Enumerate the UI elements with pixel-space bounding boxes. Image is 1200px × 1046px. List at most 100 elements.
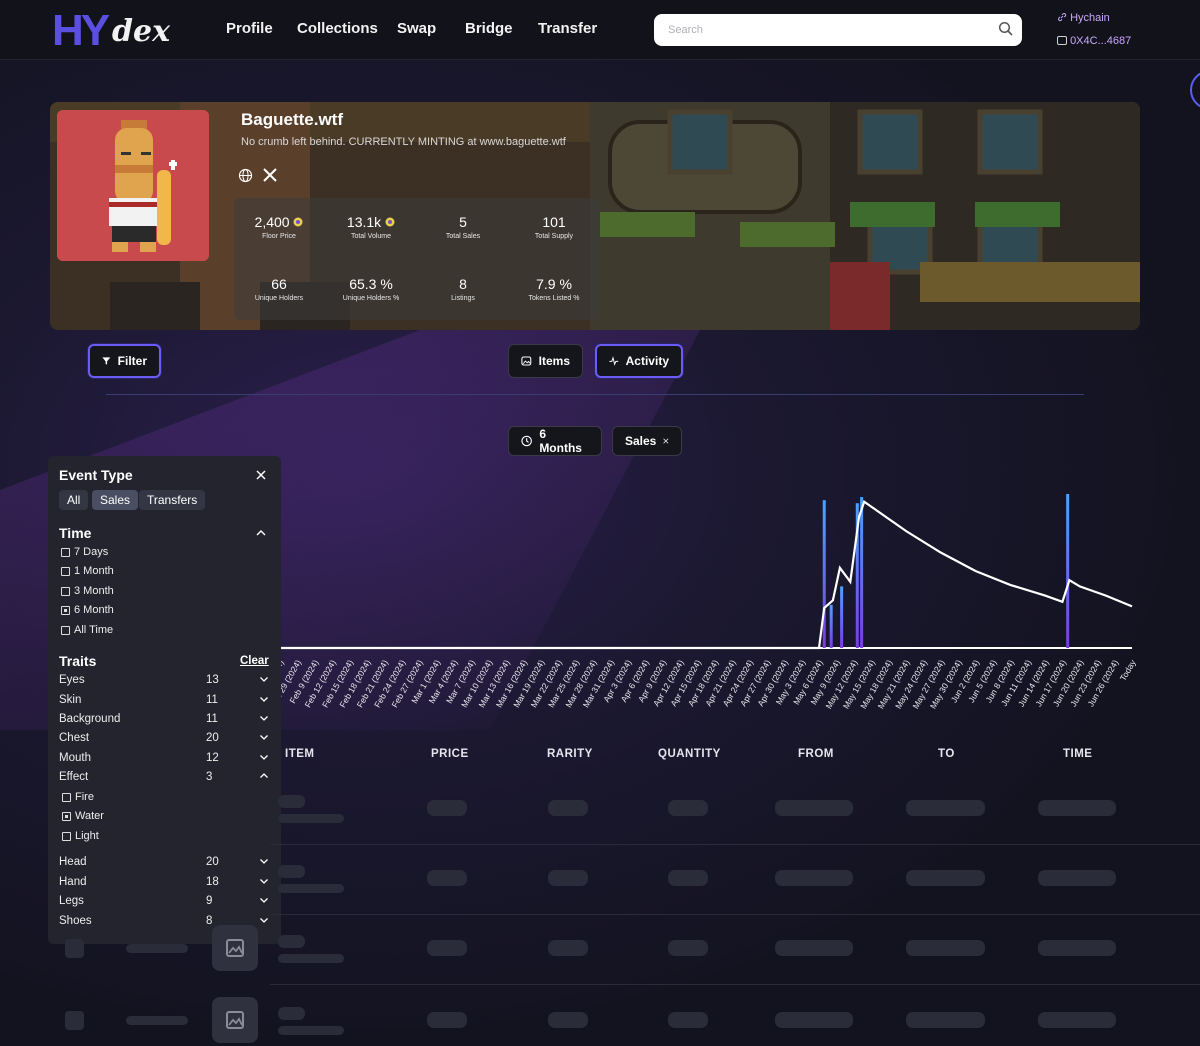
event-type-transfers[interactable]: Transfers [139,490,206,510]
chart-bar[interactable] [860,497,864,648]
x-twitter-icon[interactable] [263,168,277,182]
effect-option-water[interactable]: Water [62,810,104,822]
checkbox[interactable] [61,625,70,635]
skeleton-bar [906,1012,985,1028]
search-input[interactable] [668,21,988,39]
nav-profile[interactable]: Profile [226,20,273,37]
hydex-logo[interactable]: HY dex [52,6,170,55]
item-thumbnail-placeholder [212,997,258,1043]
time-option-all[interactable]: All Time [61,624,113,636]
close-icon[interactable] [663,436,669,446]
trait-background[interactable]: Background 11 [59,713,269,727]
image-placeholder-icon [226,1011,244,1029]
tab-activity[interactable]: Activity [595,344,683,378]
chevron-down-icon[interactable] [259,752,269,762]
trait-eyes[interactable]: Eyes 13 [59,674,269,688]
col-header-quantity[interactable]: QUANTITY [658,748,721,760]
checkbox[interactable] [61,566,70,576]
nav-swap[interactable]: Swap [397,20,436,37]
nav-bridge[interactable]: Bridge [465,20,513,37]
stat-label: Unique Holders [254,295,304,302]
skeleton-bar [278,795,305,808]
chevron-up-icon[interactable] [256,529,266,537]
chevron-down-icon[interactable] [259,895,269,905]
stat-value: 65.3 % [349,276,393,292]
chart-bar[interactable] [840,586,844,648]
skeleton-bar [1038,1012,1116,1028]
event-type-title: Event Type [59,467,133,483]
col-header-to[interactable]: TO [938,748,955,760]
row-checkbox-placeholder[interactable] [65,939,84,958]
trait-chest[interactable]: Chest 20 [59,732,269,746]
clear-traits-link[interactable]: Clear [240,655,269,667]
chevron-down-icon[interactable] [259,915,269,925]
sales-chip-label: Sales [625,434,657,448]
skeleton-bar [278,865,305,878]
chevron-down-icon[interactable] [259,674,269,684]
time-range-chip[interactable]: 6 Months [508,426,602,456]
col-header-from[interactable]: FROM [798,748,834,760]
search-icon[interactable] [998,21,1014,37]
activity-icon [609,356,619,366]
skeleton-bar [278,935,305,948]
sales-chart: Jan 26 (2024)Jan 29 (2024)Feb 9 (2024)Fe… [270,494,1138,710]
stat-total-supply: 101 Total Supply [509,214,599,240]
chevron-down-icon[interactable] [259,694,269,704]
trait-mouth[interactable]: Mouth 12 [59,752,269,766]
chevron-down-icon[interactable] [259,856,269,866]
stat-label: Total Sales [445,233,481,240]
chart-bar[interactable] [822,500,826,648]
chevron-up-icon[interactable] [259,771,269,781]
time-option-7d[interactable]: 7 Days [61,546,108,558]
close-panel-icon[interactable] [256,470,266,480]
trait-hand[interactable]: Hand 18 [59,876,269,890]
row-checkbox-placeholder[interactable] [65,1011,84,1030]
time-option-6m[interactable]: 6 Month [61,604,114,616]
checkbox[interactable] [61,586,70,596]
tab-items[interactable]: Items [508,344,583,378]
trait-head[interactable]: Head 20 [59,856,269,870]
checkbox[interactable] [62,831,71,841]
chevron-down-icon[interactable] [259,713,269,723]
checkbox[interactable] [62,792,71,802]
event-type-all[interactable]: All [59,490,89,510]
skeleton-bar [1038,800,1116,816]
checkbox[interactable] [61,547,70,557]
filter-button[interactable]: Filter [88,344,161,378]
skeleton-bar [775,800,853,816]
sales-filter-chip[interactable]: Sales [612,426,682,456]
chevron-down-icon[interactable] [259,732,269,742]
effect-option-fire[interactable]: Fire [62,791,94,803]
event-type-sales[interactable]: Sales [92,490,139,510]
skeleton-bar [278,954,344,963]
chevron-down-icon[interactable] [259,876,269,886]
chart-bar[interactable] [1066,494,1070,648]
wallet-address[interactable]: 0X4C...4687 [1057,35,1131,47]
trait-count: 20 [206,732,219,744]
trait-skin[interactable]: Skin 11 [59,694,269,708]
chart-bar[interactable] [829,604,833,648]
stat-value: 66 [271,276,287,292]
col-header-item[interactable]: ITEM [285,748,314,760]
time-option-3m[interactable]: 3 Month [61,585,114,597]
col-header-time[interactable]: TIME [1063,748,1092,760]
checkbox[interactable] [61,605,70,615]
trait-effect[interactable]: Effect 3 [59,771,269,785]
skeleton-bar [775,870,853,886]
trait-legs[interactable]: Legs 9 [59,895,269,909]
skeleton-bar [427,940,467,956]
sales-trend-line [280,499,1133,650]
nav-collections[interactable]: Collections [297,20,378,37]
checkbox[interactable] [62,811,71,821]
nav-transfer[interactable]: Transfer [538,20,597,37]
trait-count: 9 [206,895,213,907]
col-header-rarity[interactable]: RARITY [547,748,593,760]
effect-option-light[interactable]: Light [62,830,99,842]
time-option-1m[interactable]: 1 Month [61,565,114,577]
logo-mark: HY [52,6,110,55]
option-label: Water [75,810,104,822]
col-header-price[interactable]: PRICE [431,748,469,760]
chain-link[interactable]: Hychain [1057,12,1110,24]
globe-icon[interactable] [238,168,253,183]
trait-count: 3 [206,771,213,783]
